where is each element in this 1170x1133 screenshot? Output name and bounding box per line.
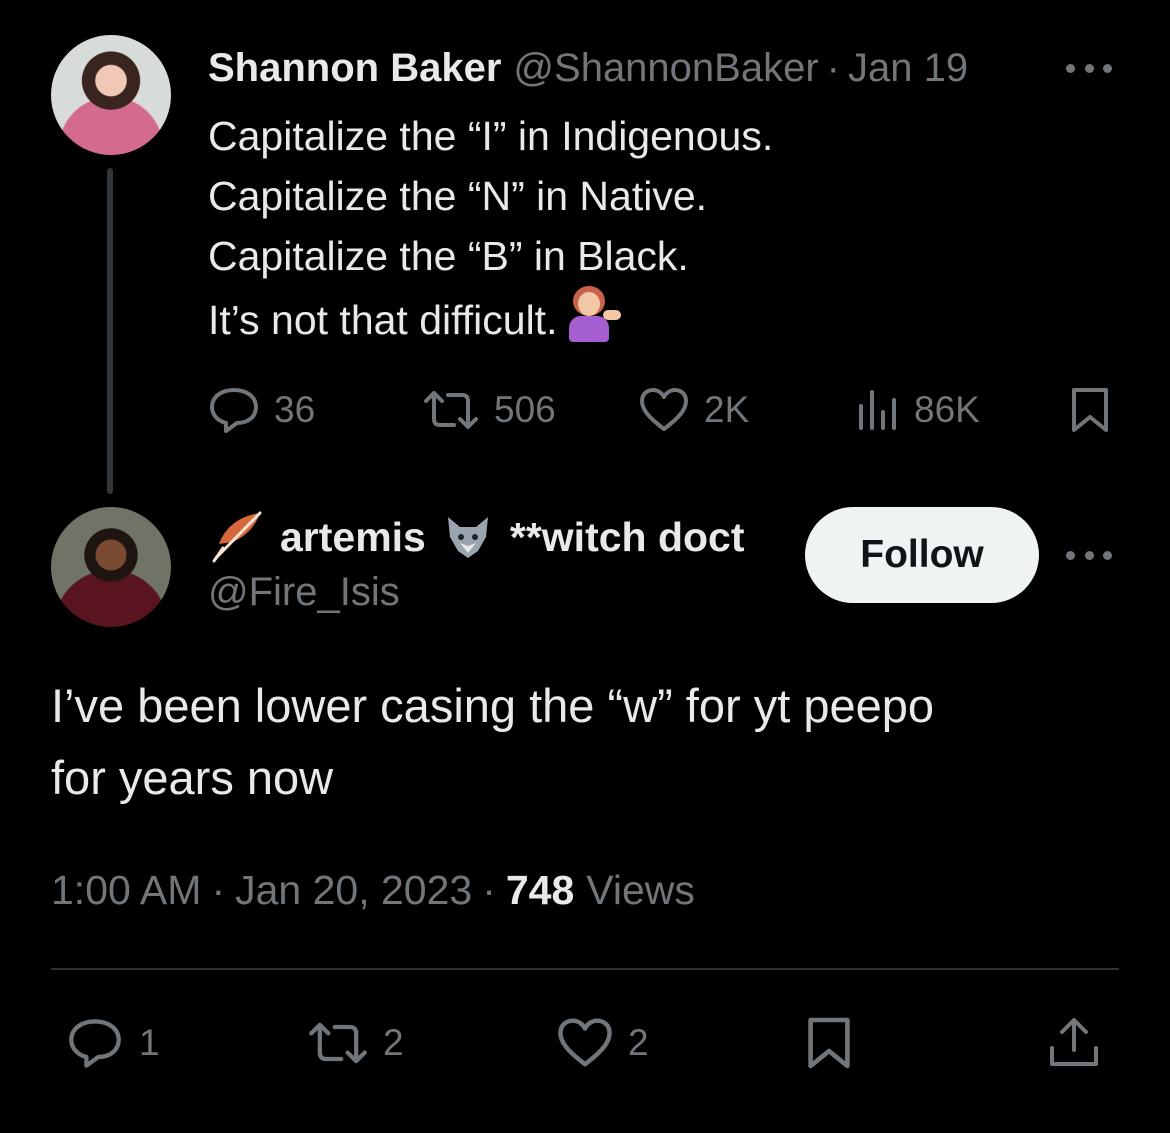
reply-tweet-line: I’ve been lower casing the “w” for yt pe… [51,679,935,732]
tweet-time[interactable]: 1:00 AM [51,867,201,914]
reply-author-handle[interactable]: @Fire_Isis [208,570,400,615]
feather-icon [212,511,262,563]
divider [51,968,1119,970]
more-options-icon[interactable] [1066,58,1112,78]
reply-tweet-meta: 1:00 AM · Jan 20, 2023 · 748 Views [51,862,695,918]
like-button[interactable]: 2 [556,1010,649,1076]
repost-count: 2 [383,1022,404,1063]
bookmark-button[interactable] [806,1010,852,1076]
repost-button[interactable]: 506 [422,380,556,440]
reply-tweet-text: I’ve been lower casing the “w” for yt pe… [51,670,1131,814]
meta-separator: · [211,866,226,913]
parent-tweet-line: Capitalize the “I” in Indigenous. [208,113,774,159]
bookmark-button[interactable] [1070,380,1110,440]
parent-tweet-text: Capitalize the “I” in Indigenous. Capita… [208,106,1108,350]
heart-icon [640,388,688,431]
avatar-shannon-baker[interactable] [51,35,171,155]
share-icon [1050,1018,1098,1066]
reply-count: 1 [139,1022,160,1063]
tweet-date[interactable]: Jan 20, 2023 [235,867,472,914]
more-options-icon[interactable] [1066,545,1112,565]
views-count: 86K [914,389,980,430]
parent-tweet-line: Capitalize the “N” in Native. [208,173,708,219]
reply-author-name-suffix: **witch doct [509,513,745,560]
parent-tweet-line: Capitalize the “B” in Black. [208,233,689,279]
parent-tweet-line: It’s not that difficult. [208,297,558,343]
avatar-artemis[interactable] [51,507,171,627]
repost-count: 506 [494,389,556,430]
meta-separator: · [482,866,496,913]
parent-tweet-header: Shannon Baker @ShannonBaker · Jan 19 [208,40,1038,96]
woman-tipping-hand-emoji-icon [567,286,622,342]
parent-author-handle[interactable]: @ShannonBaker [513,46,818,91]
like-button[interactable]: 2K [638,380,749,440]
reply-tweet-line: for years now [51,751,334,804]
reply-count: 36 [274,389,316,430]
parent-tweet-line-last: It’s not that difficult. [208,286,1108,350]
reply-button[interactable]: 1 [67,1010,160,1076]
like-count: 2 [628,1022,649,1063]
parent-tweet-actions: 36 506 2K 86K [208,380,1108,440]
repost-icon [309,1022,367,1064]
heart-icon [558,1018,612,1067]
repost-button[interactable]: 2 [307,1010,404,1076]
like-count: 2K [704,389,750,430]
share-button[interactable] [1047,1010,1101,1076]
reply-tweet-actions: 1 2 2 [51,1010,1119,1076]
bookmark-icon [1072,388,1108,432]
view-count: 748 [505,866,575,913]
parent-author-name[interactable]: Shannon Baker [208,46,501,91]
tweet-thread: Shannon Baker @ShannonBaker · Jan 19 Cap… [0,0,1170,1133]
reply-icon [210,388,258,433]
views-label: Views [586,866,695,913]
wolf-icon [447,517,488,558]
reply-author-name: artemis [280,513,426,560]
views-button[interactable]: 86K [856,380,980,440]
reply-button[interactable]: 36 [208,380,315,440]
parent-tweet-date[interactable]: Jan 19 [848,46,968,91]
reply-icon [69,1019,121,1068]
follow-button[interactable]: Follow [805,507,1039,603]
thread-connector-line [107,168,113,494]
bookmark-icon [808,1017,850,1069]
reply-tweet-header[interactable]: artemis **witch doct [208,508,788,566]
analytics-icon [859,390,896,430]
header-separator: · [826,45,840,90]
repost-icon [424,391,478,429]
